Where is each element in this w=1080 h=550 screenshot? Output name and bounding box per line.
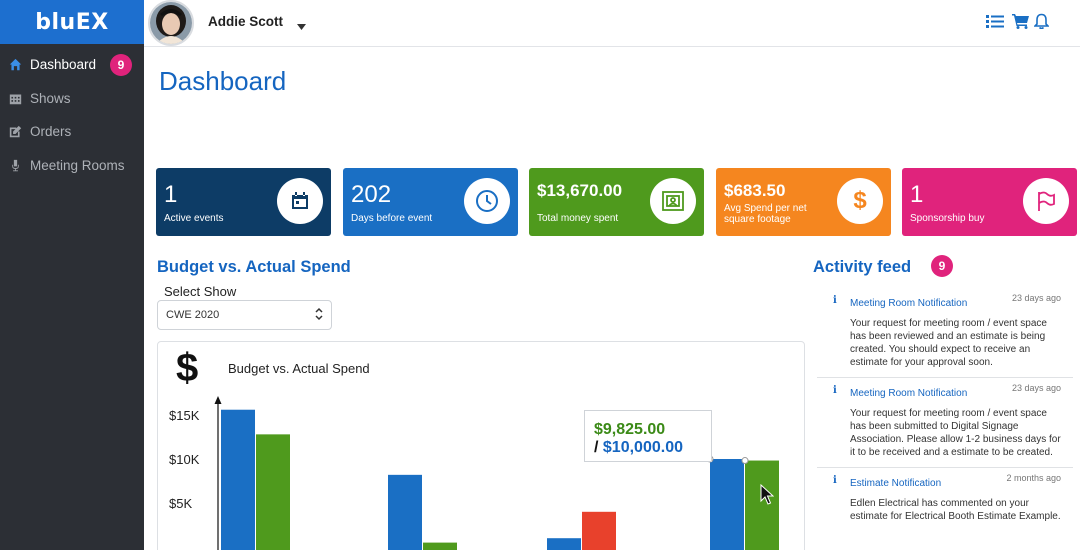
stat-card-sponsorship-buy[interactable]: 1 Sponsorship buy xyxy=(902,168,1077,236)
activity-item-body: Your request for meeting room / event sp… xyxy=(850,318,1047,368)
sidebar-nav: Dashboard 9 Shows Orders Meeting Rooms xyxy=(0,48,144,182)
sidebar-item-meeting-rooms[interactable]: Meeting Rooms xyxy=(0,149,144,183)
y-tick-label: $10K xyxy=(169,452,200,467)
activity-item-time: 23 days ago xyxy=(1011,293,1061,303)
info-icon: i xyxy=(833,385,837,396)
activity-item-body: Edlen Electrical has commented on your e… xyxy=(850,498,1061,522)
home-icon xyxy=(8,58,22,72)
select-show-label: Select Show xyxy=(164,284,237,299)
y-tick-label: $15K xyxy=(169,408,200,423)
sidebar-item-dashboard[interactable]: Dashboard 9 xyxy=(0,48,144,82)
activity-count-badge: 9 xyxy=(931,255,953,277)
activity-item-title[interactable]: Meeting Room Notification xyxy=(850,388,967,399)
stat-label: Total money spent xyxy=(537,213,619,224)
brand-logo[interactable]: bluEX xyxy=(0,0,144,44)
tooltip-actual-value: $9,825.00 xyxy=(594,421,666,438)
page-title: Dashboard xyxy=(159,66,287,96)
activity-item-time: 23 days ago xyxy=(1011,383,1061,393)
info-icon: i xyxy=(833,295,837,306)
stat-label: Avg Spend per net square footage xyxy=(724,203,807,225)
notification-badge: 9 xyxy=(110,54,132,76)
activity-item-body: Your request for meeting room / event sp… xyxy=(850,408,1061,458)
dollar-icon: $ xyxy=(837,178,883,224)
stat-value: 202 xyxy=(351,181,392,208)
activity-item[interactable]: i Meeting Room Notification 23 days ago … xyxy=(817,378,1073,468)
y-tick-label: $5K xyxy=(169,496,193,511)
activity-item-title[interactable]: Estimate Notification xyxy=(850,478,941,489)
dollar-glyph: $ xyxy=(853,187,867,214)
sidebar-item-label: Dashboard xyxy=(30,57,97,73)
stat-value: $683.50 xyxy=(724,181,786,200)
stat-card-avg-spend[interactable]: $683.50 Avg Spend per net square footage… xyxy=(716,168,891,236)
mouse-cursor-icon xyxy=(760,483,775,511)
chart-tooltip: $9,825.00 / $10,000.00 xyxy=(584,410,712,462)
chart-title: Budget vs. Actual Spend xyxy=(228,361,370,376)
stat-label: Active events xyxy=(164,213,224,224)
avatar[interactable] xyxy=(148,0,194,46)
list-icon[interactable] xyxy=(986,12,1004,30)
stat-card-days-before-event[interactable]: 202 Days before event xyxy=(343,168,518,236)
sidebar-item-label: Meeting Rooms xyxy=(30,157,125,173)
microphone-icon xyxy=(8,158,22,172)
logo-text: bluEX xyxy=(35,9,109,35)
top-bar: Addie Scott xyxy=(144,0,1080,47)
booth-icon xyxy=(650,178,696,224)
select-arrows-icon xyxy=(315,307,323,324)
section-title-budget: Budget vs. Actual Spend xyxy=(157,258,351,276)
stat-card-active-events[interactable]: 1 Active events xyxy=(156,168,331,236)
calendar-icon xyxy=(277,178,323,224)
activity-feed-list: i Meeting Room Notification 23 days ago … xyxy=(817,288,1073,550)
sidebar-item-label: Orders xyxy=(30,124,72,140)
stat-value: $13,670.00 xyxy=(537,181,623,200)
edit-icon xyxy=(8,125,22,139)
sidebar-item-orders[interactable]: Orders xyxy=(0,115,144,149)
clock-icon xyxy=(464,178,510,224)
stat-card-total-money-spent[interactable]: $13,670.00 Total money spent xyxy=(529,168,704,236)
flag-icon xyxy=(1023,178,1069,224)
cart-icon[interactable] xyxy=(1011,12,1029,30)
select-value: CWE 2020 xyxy=(166,309,220,321)
stat-value: 1 xyxy=(910,181,924,208)
tooltip-budget-line: / $10,000.00 xyxy=(594,439,683,457)
show-select[interactable]: CWE 2020 xyxy=(157,300,332,330)
activity-item-title[interactable]: Meeting Room Notification xyxy=(850,298,967,309)
stat-value: 1 xyxy=(164,181,178,208)
user-name[interactable]: Addie Scott xyxy=(208,14,283,29)
activity-item[interactable]: i Estimate Notification 2 months ago Edl… xyxy=(817,468,1073,550)
activity-item[interactable]: i Meeting Room Notification 23 days ago … xyxy=(817,288,1073,378)
info-icon: i xyxy=(833,475,837,486)
chart-symbol: $ xyxy=(176,346,199,390)
stat-label: Days before event xyxy=(351,213,433,224)
bell-icon[interactable] xyxy=(1032,12,1050,30)
chevron-down-icon[interactable] xyxy=(297,17,306,35)
sidebar-item-shows[interactable]: Shows xyxy=(0,82,144,116)
stat-label: Sponsorship buy xyxy=(910,213,985,224)
activity-feed-title: Activity feed xyxy=(813,258,912,276)
calendar-icon xyxy=(8,91,22,105)
activity-item-time: 2 months ago xyxy=(1006,473,1061,483)
tooltip-slash: / xyxy=(594,439,599,456)
tooltip-budget-value: $10,000.00 xyxy=(602,439,683,456)
sidebar: bluEX Dashboard 9 Shows Orders Meeting R… xyxy=(0,0,144,550)
sidebar-item-label: Shows xyxy=(30,90,71,106)
